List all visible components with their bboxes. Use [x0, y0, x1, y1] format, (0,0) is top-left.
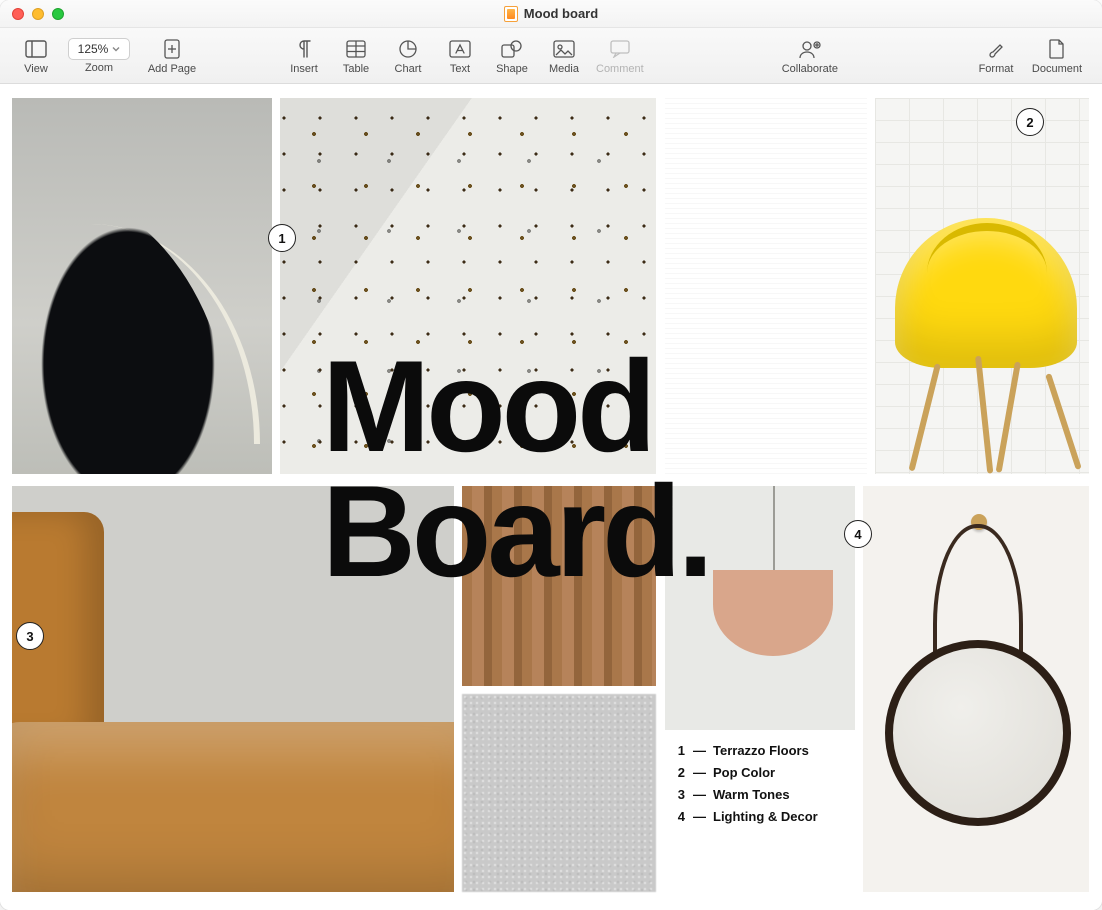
titlebar: Mood board	[0, 0, 1102, 28]
document-icon	[504, 6, 518, 22]
zoom-select[interactable]: 125%	[68, 38, 130, 60]
document-icon	[1048, 37, 1066, 61]
add-page-button[interactable]: Add Page	[136, 37, 208, 75]
window-controls	[0, 8, 64, 20]
collaborate-button[interactable]: Collaborate	[770, 37, 850, 75]
legend-box[interactable]: 1—Terrazzo Floors 2—Pop Color 3—Warm Ton…	[665, 730, 855, 892]
image-pendant-lamp[interactable]	[665, 486, 855, 730]
image-icon	[553, 37, 575, 61]
image-mirror[interactable]	[863, 486, 1089, 892]
zoom-label: Zoom	[85, 62, 113, 74]
add-page-icon	[162, 37, 182, 61]
minimize-button[interactable]	[32, 8, 44, 20]
shape-button[interactable]: Shape	[486, 37, 538, 75]
image-terrazzo[interactable]	[280, 98, 656, 474]
callout-badge-1[interactable]: 1	[268, 224, 296, 252]
pie-icon	[398, 37, 418, 61]
format-button[interactable]: Format	[970, 37, 1022, 75]
insert-button[interactable]: Insert	[278, 37, 330, 75]
legend-row: 3—Warm Tones	[671, 784, 849, 806]
text-button[interactable]: Text	[434, 37, 486, 75]
chart-button[interactable]: Chart	[382, 37, 434, 75]
legend-row: 2—Pop Color	[671, 762, 849, 784]
chevron-down-icon	[112, 45, 120, 53]
shape-label: Shape	[496, 63, 528, 75]
zoom-value: 125%	[78, 42, 109, 56]
text-label: Text	[450, 63, 470, 75]
media-label: Media	[549, 63, 579, 75]
zoom-button[interactable]: 125% Zoom	[62, 38, 136, 74]
document-canvas[interactable]: 1—Terrazzo Floors 2—Pop Color 3—Warm Ton…	[0, 84, 1102, 910]
view-button[interactable]: View	[10, 37, 62, 75]
view-label: View	[24, 63, 48, 75]
sidebar-icon	[25, 37, 47, 61]
legend-row: 4—Lighting & Decor	[671, 806, 849, 828]
fullscreen-button[interactable]	[52, 8, 64, 20]
callout-badge-2[interactable]: 2	[1016, 108, 1044, 136]
image-fur[interactable]	[462, 694, 656, 892]
shape-icon	[501, 37, 523, 61]
window-title-text: Mood board	[524, 6, 598, 21]
textbox-icon	[449, 37, 471, 61]
brush-icon	[986, 37, 1006, 61]
image-dark-chair[interactable]	[12, 98, 272, 474]
comment-button[interactable]: Comment	[590, 37, 650, 75]
chart-label: Chart	[395, 63, 422, 75]
document-button[interactable]: Document	[1022, 37, 1092, 75]
image-sofa[interactable]	[12, 486, 454, 892]
media-button[interactable]: Media	[538, 37, 590, 75]
image-yellow-chair[interactable]	[875, 98, 1089, 474]
document-label: Document	[1032, 63, 1082, 75]
table-button[interactable]: Table	[330, 37, 382, 75]
add-page-label: Add Page	[148, 63, 196, 75]
comment-label: Comment	[596, 63, 644, 75]
image-wood[interactable]	[462, 486, 656, 686]
page: 1—Terrazzo Floors 2—Pop Color 3—Warm Ton…	[12, 98, 1090, 896]
comment-icon	[610, 37, 630, 61]
app-window: Mood board View 125% Zoom Add Page	[0, 0, 1102, 910]
image-concrete[interactable]	[665, 98, 867, 474]
window-title: Mood board	[0, 6, 1102, 22]
format-label: Format	[979, 63, 1014, 75]
close-button[interactable]	[12, 8, 24, 20]
callout-badge-4[interactable]: 4	[844, 520, 872, 548]
table-label: Table	[343, 63, 369, 75]
insert-label: Insert	[290, 63, 318, 75]
pilcrow-icon	[295, 37, 313, 61]
toolbar: View 125% Zoom Add Page Insert	[0, 28, 1102, 84]
collaborate-icon	[798, 37, 822, 61]
table-icon	[346, 37, 366, 61]
legend-row: 1—Terrazzo Floors	[671, 740, 849, 762]
callout-badge-3[interactable]: 3	[16, 622, 44, 650]
collaborate-label: Collaborate	[782, 63, 838, 75]
